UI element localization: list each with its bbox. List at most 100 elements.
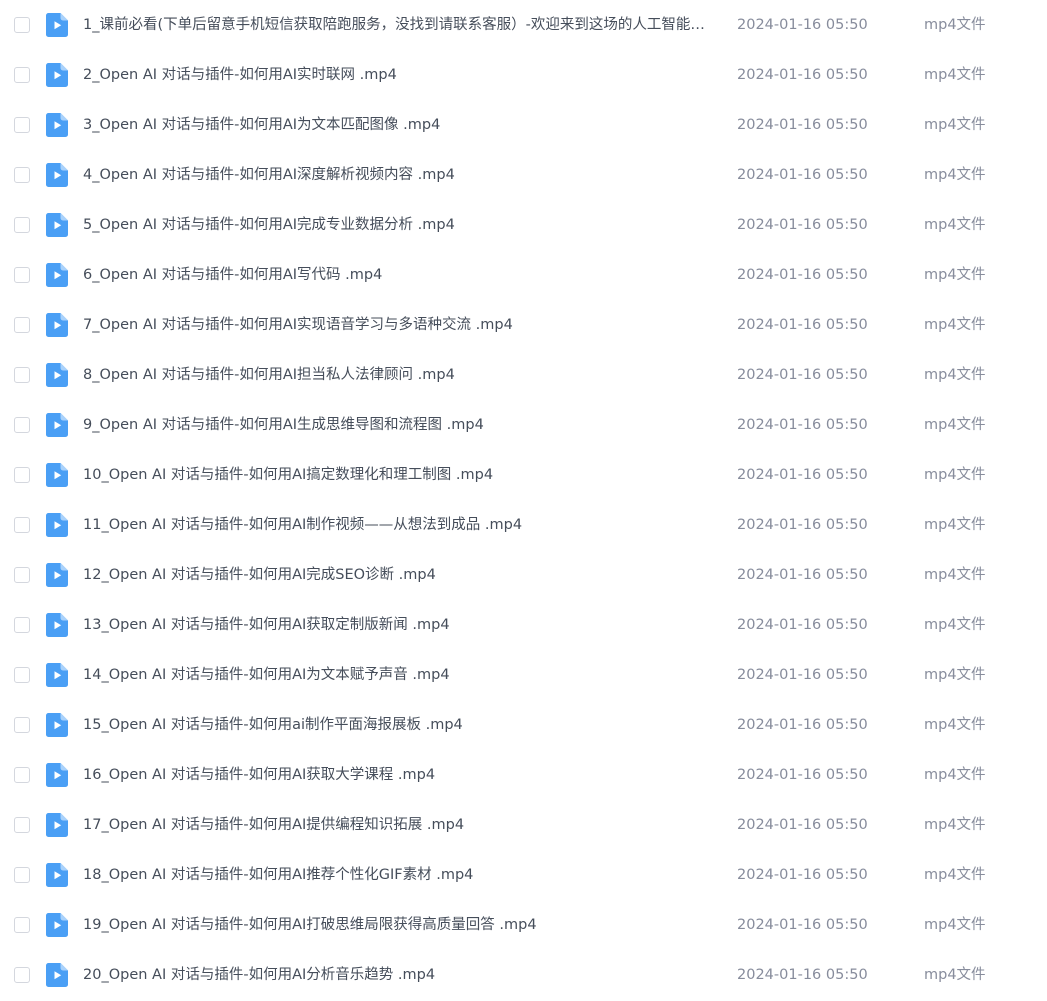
file-type: mp4文件 — [924, 17, 986, 33]
file-name[interactable]: 6_Open AI 对话与插件-如何用AI写代码 .mp4 — [83, 265, 719, 285]
file-name[interactable]: 20_Open AI 对话与插件-如何用AI分析音乐趋势 .mp4 — [83, 965, 719, 985]
file-type: mp4文件 — [924, 217, 986, 233]
file-name[interactable]: 13_Open AI 对话与插件-如何用AI获取定制版新闻 .mp4 — [83, 615, 719, 635]
modified-time: 2024-01-16 05:50 — [737, 767, 868, 783]
file-row[interactable]: 17_Open AI 对话与插件-如何用AI提供编程知识拓展 .mp4 2024-… — [0, 800, 1047, 850]
row-checkbox[interactable] — [14, 417, 30, 433]
file-name[interactable]: 9_Open AI 对话与插件-如何用AI生成思维导图和流程图 .mp4 — [83, 415, 719, 435]
file-type: mp4文件 — [924, 267, 986, 283]
file-row[interactable]: 7_Open AI 对话与插件-如何用AI实现语音学习与多语种交流 .mp4 20… — [0, 300, 1047, 350]
file-name[interactable]: 5_Open AI 对话与插件-如何用AI完成专业数据分析 .mp4 — [83, 215, 719, 235]
file-name[interactable]: 1_课前必看(下单后留意手机短信获取陪跑服务，没找到请联系客服）-欢迎来到这场的… — [83, 15, 719, 35]
row-checkbox[interactable] — [14, 317, 30, 333]
modified-time: 2024-01-16 05:50 — [737, 567, 868, 583]
row-checkbox[interactable] — [14, 67, 30, 83]
file-row[interactable]: 16_Open AI 对话与插件-如何用AI获取大学课程 .mp4 2024-01… — [0, 750, 1047, 800]
file-name[interactable]: 18_Open AI 对话与插件-如何用AI推荐个性化GIF素材 .mp4 — [83, 865, 719, 885]
row-checkbox[interactable] — [14, 217, 30, 233]
row-checkbox[interactable] — [14, 567, 30, 583]
modified-time: 2024-01-16 05:50 — [737, 417, 868, 433]
video-file-icon — [46, 513, 68, 537]
file-row[interactable]: 10_Open AI 对话与插件-如何用AI搞定数理化和理工制图 .mp4 202… — [0, 450, 1047, 500]
file-type: mp4文件 — [924, 567, 986, 583]
file-row[interactable]: 13_Open AI 对话与插件-如何用AI获取定制版新闻 .mp4 2024-0… — [0, 600, 1047, 650]
modified-time: 2024-01-16 05:50 — [737, 117, 868, 133]
video-file-icon — [46, 963, 68, 987]
file-row[interactable]: 19_Open AI 对话与插件-如何用AI打破思维局限获得高质量回答 .mp4… — [0, 900, 1047, 950]
file-name[interactable]: 4_Open AI 对话与插件-如何用AI深度解析视频内容 .mp4 — [83, 165, 719, 185]
file-row[interactable]: 12_Open AI 对话与插件-如何用AI完成SEO诊断 .mp4 2024-0… — [0, 550, 1047, 600]
file-name[interactable]: 7_Open AI 对话与插件-如何用AI实现语音学习与多语种交流 .mp4 — [83, 315, 719, 335]
row-checkbox[interactable] — [14, 17, 30, 33]
video-file-icon — [46, 363, 68, 387]
file-row[interactable]: 5_Open AI 对话与插件-如何用AI完成专业数据分析 .mp4 2024-0… — [0, 200, 1047, 250]
file-name[interactable]: 11_Open AI 对话与插件-如何用AI制作视频——从想法到成品 .mp4 — [83, 515, 719, 535]
file-type: mp4文件 — [924, 717, 986, 733]
video-file-icon — [46, 563, 68, 587]
file-name[interactable]: 16_Open AI 对话与插件-如何用AI获取大学课程 .mp4 — [83, 765, 719, 785]
file-name[interactable]: 8_Open AI 对话与插件-如何用AI担当私人法律顾问 .mp4 — [83, 365, 719, 385]
video-file-icon — [46, 263, 68, 287]
modified-time: 2024-01-16 05:50 — [737, 817, 868, 833]
file-type: mp4文件 — [924, 967, 986, 983]
row-checkbox[interactable] — [14, 367, 30, 383]
row-checkbox[interactable] — [14, 717, 30, 733]
video-file-icon — [46, 613, 68, 637]
file-name[interactable]: 10_Open AI 对话与插件-如何用AI搞定数理化和理工制图 .mp4 — [83, 465, 719, 485]
modified-time: 2024-01-16 05:50 — [737, 717, 868, 733]
row-checkbox[interactable] — [14, 267, 30, 283]
file-name[interactable]: 19_Open AI 对话与插件-如何用AI打破思维局限获得高质量回答 .mp4 — [83, 915, 719, 935]
file-type: mp4文件 — [924, 67, 986, 83]
video-file-icon — [46, 913, 68, 937]
video-file-icon — [46, 13, 68, 37]
file-row[interactable]: 1_课前必看(下单后留意手机短信获取陪跑服务，没找到请联系客服）-欢迎来到这场的… — [0, 0, 1047, 50]
file-type: mp4文件 — [924, 667, 986, 683]
row-checkbox[interactable] — [14, 867, 30, 883]
video-file-icon — [46, 713, 68, 737]
file-name[interactable]: 2_Open AI 对话与插件-如何用AI实时联网 .mp4 — [83, 65, 719, 85]
file-row[interactable]: 4_Open AI 对话与插件-如何用AI深度解析视频内容 .mp4 2024-0… — [0, 150, 1047, 200]
row-checkbox[interactable] — [14, 467, 30, 483]
file-type: mp4文件 — [924, 517, 986, 533]
row-checkbox[interactable] — [14, 767, 30, 783]
row-checkbox[interactable] — [14, 517, 30, 533]
video-file-icon — [46, 413, 68, 437]
file-type: mp4文件 — [924, 417, 986, 433]
file-name[interactable]: 3_Open AI 对话与插件-如何用AI为文本匹配图像 .mp4 — [83, 115, 719, 135]
file-row[interactable]: 9_Open AI 对话与插件-如何用AI生成思维导图和流程图 .mp4 2024… — [0, 400, 1047, 450]
row-checkbox[interactable] — [14, 967, 30, 983]
file-type: mp4文件 — [924, 117, 986, 133]
modified-time: 2024-01-16 05:50 — [737, 17, 868, 33]
modified-time: 2024-01-16 05:50 — [737, 467, 868, 483]
file-name[interactable]: 14_Open AI 对话与插件-如何用AI为文本赋予声音 .mp4 — [83, 665, 719, 685]
modified-time: 2024-01-16 05:50 — [737, 167, 868, 183]
file-name[interactable]: 12_Open AI 对话与插件-如何用AI完成SEO诊断 .mp4 — [83, 565, 719, 585]
file-type: mp4文件 — [924, 917, 986, 933]
modified-time: 2024-01-16 05:50 — [737, 367, 868, 383]
video-file-icon — [46, 163, 68, 187]
file-row[interactable]: 2_Open AI 对话与插件-如何用AI实时联网 .mp4 2024-01-16… — [0, 50, 1047, 100]
file-row[interactable]: 3_Open AI 对话与插件-如何用AI为文本匹配图像 .mp4 2024-01… — [0, 100, 1047, 150]
row-checkbox[interactable] — [14, 817, 30, 833]
row-checkbox[interactable] — [14, 617, 30, 633]
file-row[interactable]: 6_Open AI 对话与插件-如何用AI写代码 .mp4 2024-01-16 … — [0, 250, 1047, 300]
video-file-icon — [46, 63, 68, 87]
file-type: mp4文件 — [924, 467, 986, 483]
file-row[interactable]: 20_Open AI 对话与插件-如何用AI分析音乐趋势 .mp4 2024-01… — [0, 950, 1047, 1000]
modified-time: 2024-01-16 05:50 — [737, 917, 868, 933]
row-checkbox[interactable] — [14, 667, 30, 683]
file-row[interactable]: 15_Open AI 对话与插件-如何用ai制作平面海报展板 .mp4 2024-… — [0, 700, 1047, 750]
file-name[interactable]: 17_Open AI 对话与插件-如何用AI提供编程知识拓展 .mp4 — [83, 815, 719, 835]
file-row[interactable]: 8_Open AI 对话与插件-如何用AI担当私人法律顾问 .mp4 2024-0… — [0, 350, 1047, 400]
row-checkbox[interactable] — [14, 917, 30, 933]
file-row[interactable]: 18_Open AI 对话与插件-如何用AI推荐个性化GIF素材 .mp4 202… — [0, 850, 1047, 900]
row-checkbox[interactable] — [14, 167, 30, 183]
modified-time: 2024-01-16 05:50 — [737, 667, 868, 683]
file-row[interactable]: 14_Open AI 对话与插件-如何用AI为文本赋予声音 .mp4 2024-0… — [0, 650, 1047, 700]
modified-time: 2024-01-16 05:50 — [737, 267, 868, 283]
file-row[interactable]: 11_Open AI 对话与插件-如何用AI制作视频——从想法到成品 .mp4 2… — [0, 500, 1047, 550]
row-checkbox[interactable] — [14, 117, 30, 133]
modified-time: 2024-01-16 05:50 — [737, 867, 868, 883]
file-name[interactable]: 15_Open AI 对话与插件-如何用ai制作平面海报展板 .mp4 — [83, 715, 719, 735]
modified-time: 2024-01-16 05:50 — [737, 67, 868, 83]
